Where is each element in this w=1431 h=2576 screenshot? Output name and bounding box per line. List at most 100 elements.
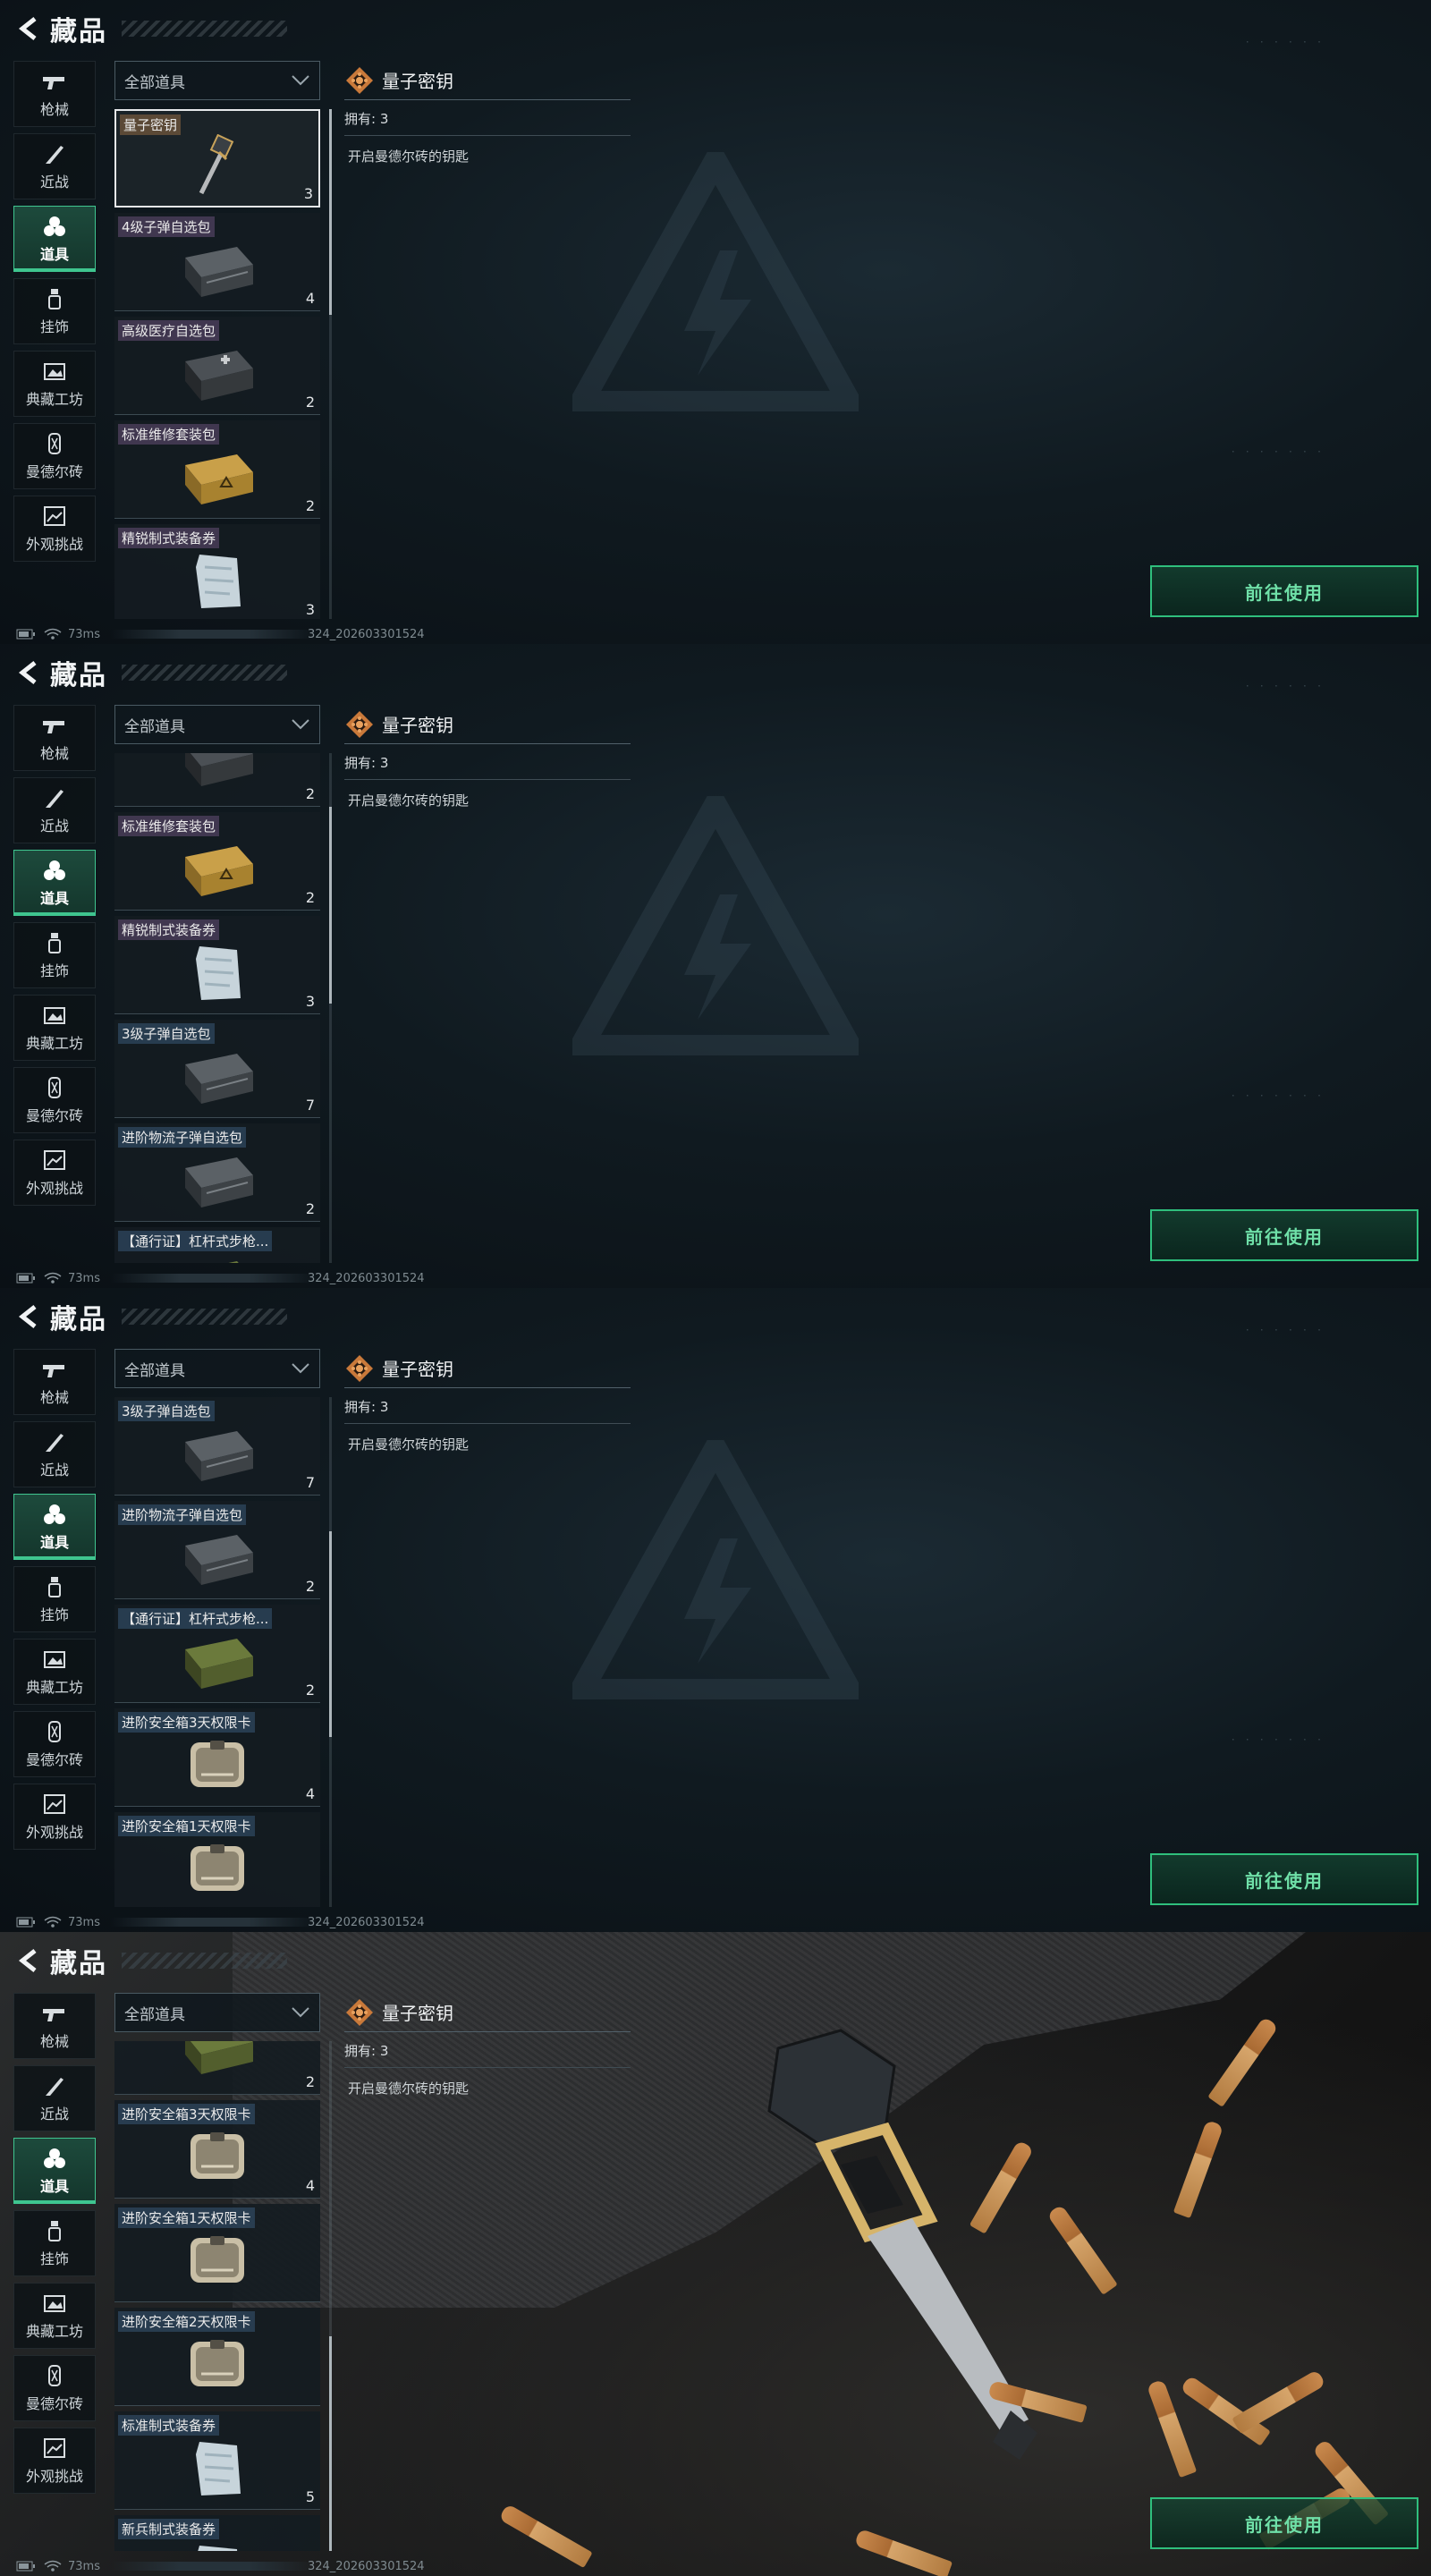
item-card[interactable]: 进阶安全箱1天权限卡 bbox=[114, 1812, 320, 1907]
sidebar-item-items[interactable]: 道具 bbox=[13, 206, 96, 272]
voucher-icon bbox=[196, 555, 241, 609]
item-list-scrollbar[interactable] bbox=[329, 753, 332, 1263]
sidebar-item-gun[interactable]: 枪械 bbox=[13, 705, 96, 771]
sidebar-item-workshop[interactable]: 典藏工坊 bbox=[13, 351, 96, 417]
scrollbar-thumb[interactable] bbox=[329, 1531, 332, 1737]
item-filter-dropdown[interactable]: 全部道具 bbox=[114, 705, 320, 744]
detail-owned-count: 拥有: 3 bbox=[344, 2041, 631, 2068]
sidebar-item-label: 曼德尔砖 bbox=[25, 462, 83, 480]
item-card[interactable]: 3级子弹自选包 7 bbox=[114, 1020, 320, 1118]
sidebar-item-workshop[interactable]: 典藏工坊 bbox=[13, 1639, 96, 1705]
item-card[interactable]: 进阶安全箱3天权限卡 4 bbox=[114, 1708, 320, 1807]
item-card[interactable]: 精锐制式装备券 3 bbox=[114, 916, 320, 1014]
sidebar-item-brick[interactable]: 曼德尔砖 bbox=[13, 2355, 96, 2421]
item-list[interactable]: 2 标准维修套装包 2 精锐制式装备券 3 3级子弹自选包 7 进阶物流子弹自选包 2 【通行证】… bbox=[114, 753, 322, 1263]
build-id: 324_202603301524 bbox=[307, 1915, 425, 1929]
item-card-name: 进阶物流子弹自选包 bbox=[118, 1127, 247, 1148]
sidebar-item-gun[interactable]: 枪械 bbox=[13, 1349, 96, 1415]
safe-card-icon bbox=[191, 1741, 244, 1788]
chevron-left-icon bbox=[19, 1305, 37, 1328]
items-icon bbox=[44, 2148, 65, 2168]
item-card-count: 2 bbox=[305, 1200, 315, 1217]
item-list-scrollbar[interactable] bbox=[329, 1397, 332, 1907]
sidebar-item-gun[interactable]: 枪械 bbox=[13, 61, 96, 127]
sidebar-item-challenge[interactable]: 外观挑战 bbox=[13, 1784, 96, 1850]
item-card[interactable]: 3级子弹自选包 7 bbox=[114, 1397, 320, 1496]
sidebar-item-knife[interactable]: 近战 bbox=[13, 2065, 96, 2131]
item-card[interactable]: 精锐制式装备券 3 bbox=[114, 524, 320, 619]
sidebar-item-challenge[interactable]: 外观挑战 bbox=[13, 2428, 96, 2494]
sidebar-item-workshop[interactable]: 典藏工坊 bbox=[13, 2283, 96, 2349]
go-use-button[interactable]: 前往使用 bbox=[1150, 1209, 1418, 1261]
item-list[interactable]: 量子密钥 3 4级子弹自选包 4 高级医疗自选包 2 标准维修套装包 2 精锐制式装备券 3 bbox=[114, 109, 322, 619]
sidebar-item-challenge[interactable]: 外观挑战 bbox=[13, 1140, 96, 1206]
item-card[interactable]: 进阶安全箱2天权限卡 bbox=[114, 2308, 320, 2406]
item-card-count: 2 bbox=[305, 889, 315, 906]
back-button[interactable] bbox=[16, 16, 41, 41]
scrollbar-thumb[interactable] bbox=[329, 109, 332, 315]
item-card[interactable]: 新兵制式装备券 bbox=[114, 2515, 320, 2551]
item-card[interactable]: 4级子弹自选包 4 bbox=[114, 213, 320, 311]
sidebar-item-knife[interactable]: 近战 bbox=[13, 777, 96, 843]
sidebar-item-gun[interactable]: 枪械 bbox=[13, 1993, 96, 2059]
scrollbar-thumb[interactable] bbox=[329, 2336, 332, 2551]
item-list-scrollbar[interactable] bbox=[329, 2041, 332, 2551]
sidebar-item-label: 典藏工坊 bbox=[25, 1678, 83, 1696]
back-button[interactable] bbox=[16, 1948, 41, 1973]
item-card[interactable]: 量子密钥 3 bbox=[114, 109, 320, 208]
page-title: 藏品 bbox=[50, 660, 107, 691]
item-card[interactable]: 进阶物流子弹自选包 2 bbox=[114, 1123, 320, 1222]
scrollbar-thumb[interactable] bbox=[329, 807, 332, 1004]
item-detail: 量子密钥 拥有: 3 开启曼德尔砖的钥匙 bbox=[344, 61, 631, 165]
item-card[interactable]: 标准维修套装包 2 bbox=[114, 812, 320, 911]
item-card[interactable]: 进阶物流子弹自选包 2 bbox=[114, 1501, 320, 1599]
page-title: 藏品 bbox=[50, 1948, 107, 1979]
item-list-scrollbar[interactable] bbox=[329, 109, 332, 619]
sidebar-item-brick[interactable]: 曼德尔砖 bbox=[13, 1711, 96, 1777]
sidebar-item-charm[interactable]: 挂饰 bbox=[13, 1566, 96, 1632]
sidebar-item-challenge[interactable]: 外观挑战 bbox=[13, 496, 96, 562]
item-card[interactable]: 进阶安全箱3天权限卡 4 bbox=[114, 2100, 320, 2199]
hud-code-mid: · · · · · · · bbox=[1230, 1091, 1324, 1101]
sidebar-item-label: 挂饰 bbox=[39, 318, 69, 335]
item-filter-dropdown[interactable]: 全部道具 bbox=[114, 1349, 320, 1388]
item-card[interactable]: 进阶安全箱1天权限卡 bbox=[114, 2204, 320, 2302]
sidebar-item-charm[interactable]: 挂饰 bbox=[13, 922, 96, 988]
item-card[interactable]: 2 bbox=[114, 2041, 320, 2095]
item-card[interactable]: 高级医疗自选包 2 bbox=[114, 317, 320, 415]
sidebar-item-workshop[interactable]: 典藏工坊 bbox=[13, 995, 96, 1061]
item-list[interactable]: 3级子弹自选包 7 进阶物流子弹自选包 2 【通行证】杠杆式步枪... 2 进阶安全箱3天权… bbox=[114, 1397, 322, 1907]
safe-card-icon bbox=[191, 2340, 244, 2387]
back-button[interactable] bbox=[16, 1304, 41, 1329]
go-use-button[interactable]: 前往使用 bbox=[1150, 1853, 1418, 1905]
sidebar-item-knife[interactable]: 近战 bbox=[13, 133, 96, 199]
wifi-icon bbox=[44, 1916, 62, 1928]
item-filter-dropdown[interactable]: 全部道具 bbox=[114, 1993, 320, 2032]
item-list[interactable]: 2 进阶安全箱3天权限卡 4 进阶安全箱1天权限卡 进阶安全箱2天权限卡 标准制式装备券 5… bbox=[114, 2041, 322, 2551]
brick-icon bbox=[48, 1076, 61, 1098]
item-card[interactable]: 标准制式装备券 5 bbox=[114, 2411, 320, 2510]
go-use-button[interactable]: 前往使用 bbox=[1150, 565, 1418, 617]
sidebar-item-brick[interactable]: 曼德尔砖 bbox=[13, 1067, 96, 1133]
item-card[interactable]: 2 bbox=[114, 753, 320, 807]
sidebar-item-brick[interactable]: 曼德尔砖 bbox=[13, 423, 96, 489]
category-sidebar: 枪械 近战道具挂饰典藏工坊曼德尔砖外观挑战 bbox=[13, 61, 96, 568]
chevron-left-icon bbox=[19, 661, 37, 684]
item-card[interactable]: 【通行证】杠杆式步枪... bbox=[114, 1227, 320, 1263]
safe-card-icon bbox=[191, 2236, 244, 2284]
sidebar-item-charm[interactable]: 挂饰 bbox=[13, 278, 96, 344]
sidebar-item-items[interactable]: 道具 bbox=[13, 1494, 96, 1560]
sidebar-item-knife[interactable]: 近战 bbox=[13, 1421, 96, 1487]
sidebar-item-items[interactable]: 道具 bbox=[13, 2138, 96, 2204]
sidebar-item-charm[interactable]: 挂饰 bbox=[13, 2210, 96, 2276]
go-use-button[interactable]: 前往使用 bbox=[1150, 2497, 1418, 2549]
item-card-name: 进阶安全箱3天权限卡 bbox=[118, 1712, 255, 1733]
collection-panel: · · · · · · · · · · · · · 藏品 枪械 近战 道具 挂饰 典藏工坊… bbox=[0, 0, 1431, 644]
sidebar-item-items[interactable]: 道具 bbox=[13, 850, 96, 916]
item-card[interactable]: 【通行证】杠杆式步枪... 2 bbox=[114, 1605, 320, 1703]
back-button[interactable] bbox=[16, 660, 41, 685]
voucher-icon bbox=[198, 2546, 238, 2551]
battery-icon bbox=[16, 1273, 35, 1284]
item-filter-dropdown[interactable]: 全部道具 bbox=[114, 61, 320, 100]
item-card[interactable]: 标准维修套装包 2 bbox=[114, 420, 320, 519]
